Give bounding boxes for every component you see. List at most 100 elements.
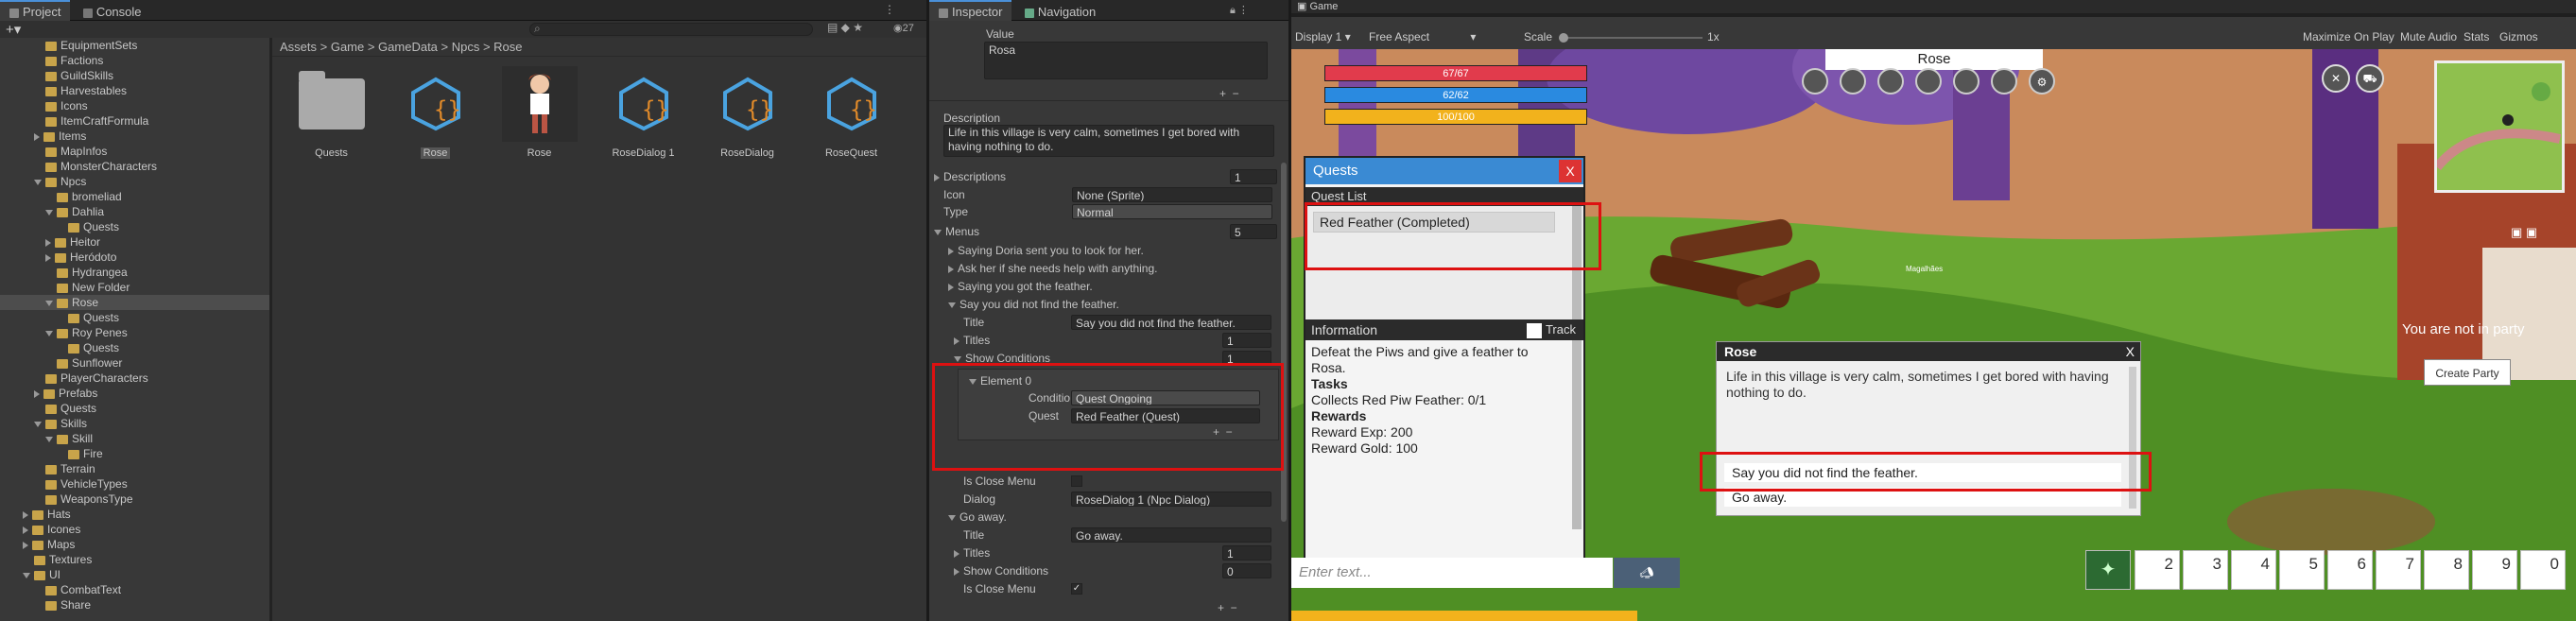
menu-icon-2[interactable] xyxy=(1840,68,1866,95)
expand-arrow-icon[interactable] xyxy=(45,436,53,442)
party-icons[interactable]: ▣ ▣ xyxy=(2511,225,2537,240)
tree-node[interactable]: Quests xyxy=(0,401,269,416)
tree-node[interactable]: VehicleTypes xyxy=(0,476,269,492)
menu-item-1[interactable]: Ask her if she needs help with anything. xyxy=(929,260,1288,277)
tree-node[interactable]: Sunflower xyxy=(0,355,269,371)
tree-node[interactable]: GuildSkills xyxy=(0,68,269,83)
tree-node[interactable]: WeaponsType xyxy=(0,492,269,507)
gear-icon[interactable]: ⚙ xyxy=(2029,68,2055,95)
tree-node[interactable]: Textures xyxy=(0,552,269,567)
hotkey-slot-7[interactable]: 7 xyxy=(2376,550,2421,590)
menu-icon-5[interactable] xyxy=(1953,68,1980,95)
hotkey-slot-8[interactable]: 8 xyxy=(2424,550,2469,590)
dialog-option-2[interactable]: Go away. xyxy=(1724,488,2121,507)
descriptions-row[interactable]: Descriptions 1 xyxy=(929,168,1288,185)
wrench-icon[interactable]: ✕ xyxy=(2322,64,2350,93)
expand-arrow-icon[interactable] xyxy=(34,179,42,185)
hotkey-slot-4[interactable]: 4 xyxy=(2231,550,2276,590)
tree-node[interactable]: MonsterCharacters xyxy=(0,159,269,174)
tree-node[interactable]: Icons xyxy=(0,98,269,113)
expand-arrow-icon[interactable] xyxy=(45,209,53,216)
search-input[interactable]: ⌕ xyxy=(529,22,813,36)
tab-navigation[interactable]: Navigation xyxy=(1015,2,1105,23)
scrollbar[interactable] xyxy=(1281,163,1287,522)
tab-console[interactable]: Console xyxy=(74,2,151,23)
tree-node[interactable]: Share xyxy=(0,597,269,612)
breadcrumb[interactable]: Assets > Game > GameData > Npcs > Rose xyxy=(272,38,926,57)
scale-slider[interactable] xyxy=(1559,33,1703,43)
is-close-menu-row[interactable]: Is Close Menu xyxy=(929,473,1288,490)
quest-field[interactable]: Red Feather (Quest) xyxy=(1071,408,1260,423)
tree-node[interactable]: Quests xyxy=(0,219,269,234)
tree-node[interactable]: MapInfos xyxy=(0,144,269,159)
tree-node[interactable]: CombatText xyxy=(0,582,269,597)
maximize-on-play[interactable]: Maximize On Play xyxy=(2303,30,2394,43)
collapse-arrow-icon[interactable] xyxy=(23,541,28,549)
hotkey-slot-3[interactable]: 3 xyxy=(2183,550,2228,590)
tree-node[interactable]: Quests xyxy=(0,310,269,325)
expand-arrow-icon[interactable] xyxy=(34,421,42,427)
add-button[interactable]: +▾ xyxy=(6,21,21,38)
type-row[interactable]: Type Normal xyxy=(929,203,1288,220)
tree-node[interactable]: Skills xyxy=(0,416,269,431)
menu-icon-3[interactable] xyxy=(1877,68,1904,95)
tree-node[interactable]: EquipmentSets xyxy=(0,38,269,53)
show-conditions-row[interactable]: Show Conditions 1 xyxy=(929,350,1288,367)
collapse-arrow-icon[interactable] xyxy=(45,238,51,247)
quest-entry[interactable]: Red Feather (Completed) xyxy=(1313,212,1555,233)
tree-node[interactable]: New Folder xyxy=(0,280,269,295)
menu-icon-6[interactable] xyxy=(1991,68,2017,95)
tree-node[interactable]: Terrain xyxy=(0,461,269,476)
menu-dots-icon[interactable]: ⋮ xyxy=(884,3,895,16)
tree-node[interactable]: Maps xyxy=(0,537,269,552)
tree-node[interactable]: Rose xyxy=(0,295,269,310)
tree-node[interactable]: Hydrangea xyxy=(0,265,269,280)
tree-node[interactable]: Npcs xyxy=(0,174,269,189)
collapse-arrow-icon[interactable] xyxy=(34,132,40,141)
hotkey-slot-5[interactable]: 5 xyxy=(2279,550,2325,590)
menu-item-2[interactable]: Saying you got the feather. xyxy=(929,278,1288,295)
conditions-add-remove[interactable]: + − xyxy=(1213,425,1233,439)
tree-node[interactable]: Skill xyxy=(0,431,269,446)
tree-node[interactable]: UI xyxy=(0,567,269,582)
dialog-option-1[interactable]: Say you did not find the feather. xyxy=(1724,463,2121,482)
tab-game[interactable]: ▣ Game xyxy=(1297,0,1338,12)
collapse-arrow-icon[interactable] xyxy=(23,510,28,519)
asset-rosequest[interactable]: {} RoseQuest xyxy=(802,66,901,159)
element-0-row[interactable]: Element 0 xyxy=(929,372,1288,389)
close-button[interactable]: X xyxy=(1559,160,1582,182)
menus-add-remove[interactable]: + − xyxy=(1218,601,1237,614)
titles2-row[interactable]: Titles 1 xyxy=(929,544,1288,561)
titles-row[interactable]: Titles 1 xyxy=(929,332,1288,349)
tab-inspector[interactable]: Inspector xyxy=(929,0,1012,21)
expand-arrow-icon[interactable] xyxy=(23,572,30,578)
dialog-close-button[interactable]: X xyxy=(2126,342,2135,361)
hotkey-slot-6[interactable]: 6 xyxy=(2327,550,2373,590)
hotkey-slot-2[interactable]: 2 xyxy=(2135,550,2180,590)
create-party-button[interactable]: Create Party xyxy=(2424,359,2511,386)
title-field[interactable]: Say you did not find the feather. xyxy=(1071,315,1271,330)
filter-icon[interactable]: ▤ ◆ ★ xyxy=(827,21,863,34)
value-field[interactable]: Rosa xyxy=(984,42,1268,79)
tree-node[interactable]: Icones xyxy=(0,522,269,537)
stats-toggle[interactable]: Stats xyxy=(2464,30,2489,43)
show-conditions2-row[interactable]: Show Conditions 0 xyxy=(929,562,1288,579)
send-icon[interactable]: 📣︎ xyxy=(1614,558,1680,588)
tree-node[interactable]: Dahlia xyxy=(0,204,269,219)
info-scrollbar[interactable] xyxy=(1572,340,1582,529)
tree-node[interactable]: Roy Penes xyxy=(0,325,269,340)
dialog-scrollbar[interactable] xyxy=(2129,367,2136,509)
icon-row[interactable]: Icon None (Sprite) xyxy=(929,186,1288,203)
mute-audio[interactable]: Mute Audio xyxy=(2400,30,2457,43)
tree-node[interactable]: Heródoto xyxy=(0,250,269,265)
tree-node[interactable]: Prefabs xyxy=(0,386,269,401)
chat-input[interactable]: Enter text... xyxy=(1291,558,1613,588)
display-dropdown[interactable]: Display 1 ▾ xyxy=(1295,30,1351,43)
menu-item-0[interactable]: Saying Doria sent you to look for her. xyxy=(929,242,1288,259)
tab-project[interactable]: Project xyxy=(0,0,71,21)
lock-icon[interactable]: 🔒︎ ⋮ xyxy=(1230,4,1249,17)
list-add-remove[interactable]: + − xyxy=(1219,87,1239,100)
collapse-arrow-icon[interactable] xyxy=(45,253,51,262)
collapse-arrow-icon[interactable] xyxy=(23,526,28,534)
gizmos-toggle[interactable]: Gizmos xyxy=(2499,30,2538,43)
